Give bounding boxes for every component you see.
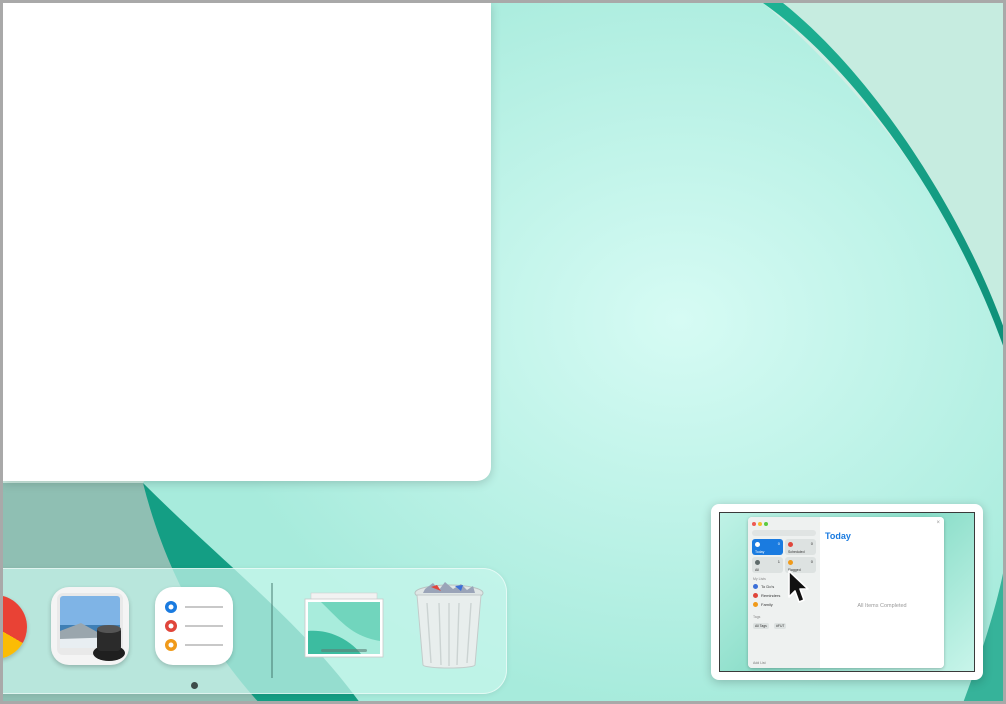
- list-label: To Do's: [761, 584, 775, 589]
- tag-pill: #FUT: [774, 623, 787, 629]
- smart-list-scheduled: Scheduled 0: [785, 539, 816, 555]
- smart-list-count: 0: [810, 541, 813, 546]
- mini-main-pane: × Today All Items Completed: [820, 517, 944, 668]
- add-list-button: Add List: [753, 661, 766, 665]
- list-label: Reminders: [761, 593, 781, 598]
- close-icon: ×: [936, 520, 940, 526]
- list-dot: [753, 602, 758, 607]
- smart-list-count: 1: [777, 559, 780, 564]
- preview-icon[interactable]: [51, 587, 129, 665]
- mini-search-field: [752, 530, 816, 536]
- mini-page-title: Today: [825, 531, 851, 541]
- mouse-cursor-icon: [788, 570, 809, 603]
- smart-list-count: 0: [810, 559, 813, 564]
- mini-reminders-window: Today 0 Scheduled 0 All 1 Flagged 0 My L…: [748, 517, 944, 668]
- tag-pill: All Tags: [753, 623, 769, 629]
- smart-list-dot: [755, 542, 760, 547]
- trash-glyph: [414, 582, 484, 669]
- smart-list-label: Scheduled: [788, 550, 805, 554]
- smart-list-dot: [788, 542, 793, 547]
- smart-list-label: Today: [755, 550, 765, 554]
- reminders-icon[interactable]: [155, 587, 233, 665]
- running-indicator: [191, 682, 198, 689]
- list-dot: [753, 584, 758, 589]
- preview-glyph: [57, 593, 125, 661]
- screenshot-thumbnail[interactable]: Today 0 Scheduled 0 All 1 Flagged 0 My L…: [711, 504, 983, 680]
- smart-list-dot: [788, 560, 793, 565]
- list-dot: [753, 593, 758, 598]
- screen-frame: Today 0 Scheduled 0 All 1 Flagged 0 My L…: [0, 0, 1006, 704]
- desktop-stack-icon[interactable]: [301, 591, 387, 659]
- smart-list-count: 0: [777, 541, 780, 546]
- trash-icon[interactable]: [411, 581, 487, 671]
- close-dot: [752, 522, 756, 526]
- reminders-glyph: [165, 601, 223, 651]
- smart-list-all: All 1: [752, 557, 783, 573]
- thumbnail-image: Today 0 Scheduled 0 All 1 Flagged 0 My L…: [719, 512, 975, 672]
- app-window: [3, 3, 491, 481]
- dock-divider: [271, 583, 273, 678]
- tags-header: Tags: [753, 615, 761, 619]
- list-label: Family: [761, 602, 773, 607]
- smart-list-today: Today 0: [752, 539, 783, 555]
- zoom-dot: [764, 522, 768, 526]
- desktop-glyph: [304, 592, 384, 658]
- lists-header: My Lists: [753, 577, 766, 581]
- smart-list-label: All: [755, 568, 759, 572]
- minimize-dot: [758, 522, 762, 526]
- smart-list-dot: [755, 560, 760, 565]
- empty-state-text: All Items Completed: [857, 603, 907, 609]
